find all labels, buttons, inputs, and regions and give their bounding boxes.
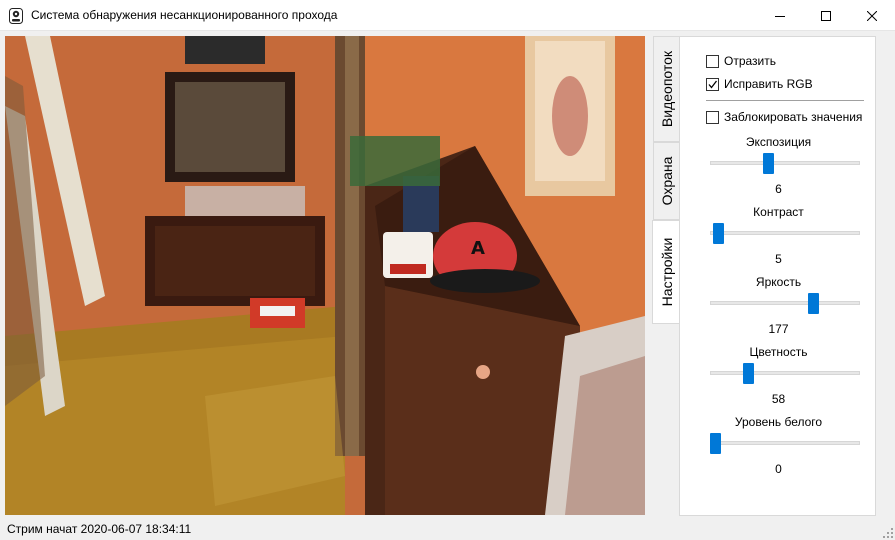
- checkmark-icon: [708, 80, 718, 89]
- saturation-label: Цветность: [749, 345, 808, 359]
- minimize-button[interactable]: [757, 0, 803, 31]
- tab-settings[interactable]: Настройки: [652, 220, 680, 324]
- tab-label: Видеопоток: [659, 50, 675, 128]
- white-level-slider-thumb[interactable]: [710, 433, 722, 454]
- saturation-slider-thumb[interactable]: [743, 363, 754, 384]
- contrast-slider[interactable]: [710, 223, 860, 244]
- fix-rgb-label: Исправить RGB: [724, 77, 813, 91]
- white-level-value: 0: [775, 462, 782, 476]
- mirror-checkbox-row[interactable]: Отразить: [706, 53, 776, 69]
- settings-panel: Отразить Исправить RGB Заблокировать зна…: [679, 36, 876, 516]
- lock-values-checkbox-row[interactable]: Заблокировать значения: [706, 109, 862, 125]
- exposure-label: Экспозиция: [745, 135, 812, 149]
- svg-text:A: A: [471, 238, 485, 259]
- resize-grip-icon[interactable]: [883, 528, 893, 538]
- brightness-value: 177: [768, 322, 789, 336]
- separator: [706, 100, 864, 101]
- mirror-checkbox[interactable]: [706, 54, 719, 68]
- status-text: Стрим начат 2020-06-07 18:34:11: [7, 522, 192, 536]
- close-button[interactable]: [849, 0, 895, 31]
- white-level-slider[interactable]: [710, 433, 860, 454]
- webcam-app-icon: [9, 8, 23, 24]
- lock-values-checkbox[interactable]: [706, 110, 719, 124]
- minimize-icon: [775, 15, 785, 17]
- video-stream: A: [5, 36, 645, 515]
- brightness-slider[interactable]: [710, 293, 860, 314]
- tab-strip: Видеопоток Охрана Настройки: [652, 36, 680, 516]
- lock-values-label: Заблокировать значения: [724, 110, 863, 124]
- title-bar: Система обнаружения несанкционированного…: [0, 0, 895, 31]
- tab-videostream[interactable]: Видеопоток: [653, 36, 680, 142]
- exposure-value: 6: [775, 182, 782, 196]
- white-level-label: Уровень белого: [734, 415, 823, 429]
- fix-rgb-checkbox-row[interactable]: Исправить RGB: [706, 76, 813, 92]
- tab-security[interactable]: Охрана: [653, 142, 680, 220]
- contrast-label: Контраст: [753, 205, 804, 219]
- exposure-slider[interactable]: [710, 153, 860, 174]
- brightness-slider-thumb[interactable]: [808, 293, 820, 314]
- contrast-value: 5: [775, 252, 782, 266]
- tab-label: Охрана: [659, 156, 675, 206]
- fix-rgb-checkbox[interactable]: [706, 77, 719, 91]
- status-bar: Стрим начат 2020-06-07 18:34:11: [0, 518, 895, 540]
- contrast-slider-thumb[interactable]: [713, 223, 725, 244]
- close-icon: [867, 10, 877, 21]
- maximize-icon: [821, 10, 831, 21]
- window-title: Система обнаружения несанкционированного…: [31, 8, 338, 22]
- saturation-value: 58: [771, 392, 786, 406]
- saturation-slider[interactable]: [710, 363, 860, 384]
- brightness-label: Яркость: [755, 275, 802, 289]
- mirror-label: Отразить: [724, 54, 776, 68]
- maximize-button[interactable]: [803, 0, 849, 31]
- tab-label: Настройки: [658, 237, 675, 307]
- exposure-slider-thumb[interactable]: [762, 153, 774, 174]
